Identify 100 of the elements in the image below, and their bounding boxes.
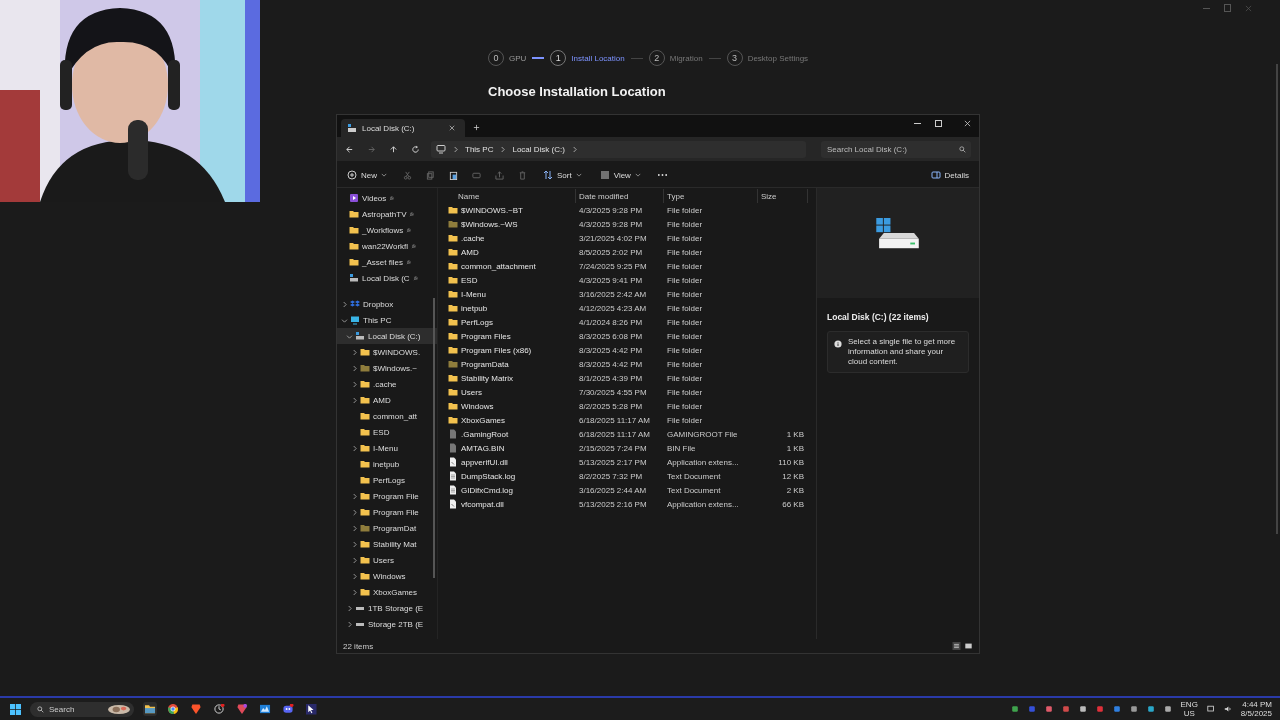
tiles-view-icon[interactable] — [964, 642, 973, 650]
language-indicator[interactable]: ENG US — [1180, 700, 1198, 718]
clock-icon[interactable] — [212, 702, 226, 716]
tree-item[interactable]: AMD — [337, 392, 437, 408]
file-name[interactable]: PerfLogs — [446, 317, 576, 327]
paste-icon[interactable] — [449, 170, 458, 180]
tree-item[interactable]: Dropbox — [337, 296, 437, 312]
file-name[interactable]: DumpStack.log — [446, 471, 576, 481]
tree-item[interactable]: Storage 2TB (E — [337, 616, 437, 632]
scrollbar[interactable] — [1276, 64, 1278, 534]
browser-icon[interactable] — [166, 702, 180, 716]
file-name[interactable]: AMD — [446, 247, 576, 257]
forward-arrow-icon[interactable] — [367, 144, 376, 154]
file-name[interactable]: appverifUI.dll — [446, 457, 576, 467]
file-name[interactable]: ProgramData — [446, 359, 576, 369]
plus-icon[interactable] — [473, 124, 480, 131]
file-name[interactable]: Users — [446, 387, 576, 397]
tree-item[interactable]: Program File — [337, 488, 437, 504]
tree-item[interactable]: PerfLogs — [337, 472, 437, 488]
sidebar-item[interactable]: _Workflows — [337, 222, 437, 238]
trash-icon[interactable] — [518, 170, 527, 180]
file-name[interactable]: Windows — [446, 401, 576, 411]
start-icon[interactable] — [10, 703, 21, 715]
chevron-icon[interactable] — [340, 317, 348, 323]
tree-item[interactable]: inetpub — [337, 456, 437, 472]
table-cell-text: File folder — [666, 289, 704, 299]
chevron-icon[interactable] — [351, 444, 357, 452]
file-name[interactable]: .GamingRoot — [446, 429, 576, 439]
column-header[interactable]: Name — [446, 189, 576, 203]
chevron-right-icon[interactable] — [571, 145, 577, 153]
file-name[interactable]: XboxGames — [446, 415, 576, 425]
sidebar-item[interactable]: Videos — [337, 190, 437, 206]
file-name[interactable]: I-Menu — [446, 289, 576, 299]
rename-icon[interactable] — [472, 170, 481, 180]
more-options-icon[interactable] — [656, 173, 668, 177]
file-name[interactable]: .cache — [446, 233, 576, 243]
file-name[interactable]: GIDifxCmd.log — [446, 485, 576, 495]
scissors-icon[interactable] — [403, 170, 412, 180]
chat-icon[interactable] — [281, 702, 295, 716]
file-name[interactable]: Program Files (x86) — [446, 345, 576, 355]
chevron-icon[interactable] — [345, 333, 353, 339]
table-cell-text: 6/18/2025 11:17 AM — [578, 429, 652, 439]
tree-item[interactable]: Windows — [337, 568, 437, 584]
tree-item[interactable]: I-Menu — [337, 440, 437, 456]
lion-icon[interactable] — [189, 702, 203, 716]
tree-item[interactable]: ProgramDat — [337, 520, 437, 536]
chevron-icon[interactable] — [341, 300, 347, 308]
file-name[interactable]: common_attachment — [446, 261, 576, 271]
table-cell: 110 KB — [778, 457, 804, 467]
speaker-icon[interactable] — [1223, 705, 1232, 713]
file-name[interactable]: Stability Matrix — [446, 373, 576, 383]
clock[interactable]: 4:44 PM 8/5/2025 — [1240, 700, 1272, 718]
breadcrumb-item[interactable]: This PC — [465, 144, 494, 154]
up-arrow-icon[interactable] — [389, 144, 398, 154]
tree-item[interactable]: Users — [337, 552, 437, 568]
sidebar-item[interactable]: wan22Workfl — [337, 238, 437, 254]
details-button[interactable]: Details — [928, 168, 971, 182]
file-name[interactable]: vfcompat.dll — [446, 499, 576, 509]
table-cell-text: GAMINGROOT File — [666, 429, 739, 439]
breadcrumb-item[interactable]: Local Disk (C:) — [512, 144, 565, 154]
share-icon[interactable] — [495, 170, 504, 180]
column-header[interactable]: Date modified — [576, 189, 664, 203]
lion-icon[interactable] — [235, 702, 249, 716]
file-name[interactable]: inetpub — [446, 303, 576, 313]
refresh-icon[interactable] — [411, 144, 420, 154]
copy-icon[interactable] — [426, 170, 435, 180]
tree-item[interactable]: Program File — [337, 504, 437, 520]
tree-item[interactable]: ESD — [337, 424, 437, 440]
file-name[interactable]: $WINDOWS.~BT — [446, 205, 576, 215]
details-view-icon[interactable] — [952, 642, 961, 650]
tree-item[interactable]: $Windows.~ — [337, 360, 437, 376]
new-button[interactable]: New — [345, 168, 389, 182]
sort-button[interactable]: Sort — [541, 168, 584, 182]
address-bar[interactable]: This PC Local Disk (C:) — [431, 140, 806, 158]
file-name[interactable]: $Windows.~WS — [446, 219, 576, 229]
tree-item[interactable]: Local Disk (C:) — [337, 328, 437, 344]
file-name[interactable]: AMTAG.BIN — [446, 443, 576, 453]
file-name[interactable]: Program Files — [446, 331, 576, 341]
folder-icon[interactable] — [143, 702, 157, 716]
cursor-icon[interactable] — [304, 702, 318, 716]
tree-item[interactable]: This PC — [337, 312, 437, 328]
column-header[interactable]: Type — [664, 189, 758, 203]
sidebar-item[interactable]: _Asset files — [337, 254, 437, 270]
column-header[interactable]: Size — [758, 189, 808, 203]
view-button[interactable]: View — [597, 168, 643, 182]
tree-item[interactable]: $WINDOWS. — [337, 344, 437, 360]
sidebar-item[interactable]: AstropathTV — [337, 206, 437, 222]
search-field[interactable]: Search Local Disk (C:) — [821, 140, 971, 158]
tree-item[interactable]: Stability Mat — [337, 536, 437, 552]
network-icon[interactable] — [1206, 705, 1215, 713]
tree-item[interactable]: XboxGames — [337, 584, 437, 600]
tree-item[interactable]: 1TB Storage (E — [337, 600, 437, 616]
tree-item[interactable]: .cache — [337, 376, 437, 392]
file-name[interactable]: ESD — [446, 275, 576, 285]
tab[interactable]: Local Disk (C:) — [341, 119, 465, 137]
back-arrow-icon[interactable] — [345, 144, 354, 154]
minimize-icon[interactable] — [1203, 7, 1210, 9]
sidebar-item[interactable]: Local Disk (C — [337, 270, 437, 286]
chart-icon[interactable] — [258, 702, 272, 716]
tree-item[interactable]: common_att — [337, 408, 437, 424]
